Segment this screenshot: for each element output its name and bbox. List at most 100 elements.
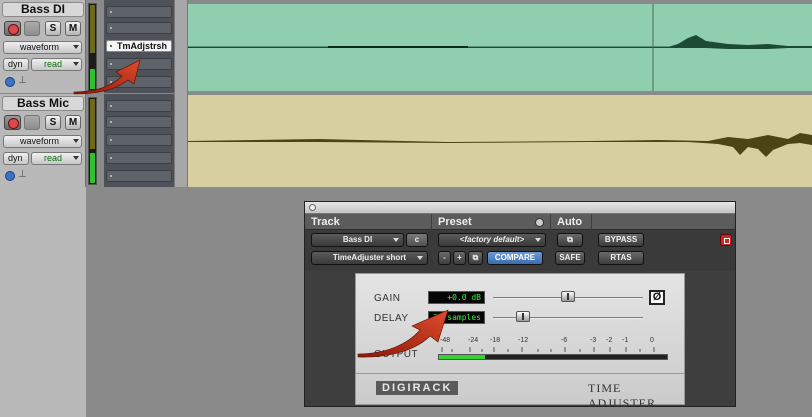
- inserts-column: [104, 94, 174, 187]
- audio-region-bass-di[interactable]: [188, 4, 812, 91]
- safe-button[interactable]: SAFE: [555, 251, 585, 265]
- solo-button[interactable]: S: [45, 21, 61, 36]
- insert-slot[interactable]: [106, 152, 172, 164]
- waveform-bass-di: [188, 4, 812, 91]
- auto-header: Auto: [551, 214, 591, 230]
- audio-region-bass-mic[interactable]: [188, 95, 812, 187]
- next-preset-button[interactable]: +: [453, 251, 466, 265]
- insert-slot[interactable]: [106, 134, 172, 146]
- phase-invert-button[interactable]: Ø: [649, 290, 665, 305]
- preset-select-value: <factory default>: [459, 235, 525, 244]
- track-view-dropdown[interactable]: waveform: [3, 135, 82, 148]
- compare-button[interactable]: COMPARE: [487, 251, 543, 265]
- gain-display[interactable]: +0.0 dB: [428, 291, 485, 304]
- track-view-value: waveform: [20, 42, 60, 52]
- insert-slot[interactable]: [106, 116, 172, 128]
- chevron-down-icon: [393, 238, 399, 242]
- gain-slider-thumb[interactable]: [561, 291, 575, 302]
- insert-plugin-name: TmAdjstrsh: [117, 41, 168, 51]
- panel-footer-divider: [356, 373, 684, 374]
- dyn-button[interactable]: dyn: [3, 152, 29, 165]
- preset-header: Preset: [432, 214, 550, 230]
- insert-slot[interactable]: [106, 100, 172, 112]
- timebase-icon[interactable]: [5, 171, 15, 181]
- chevron-down-icon: [73, 45, 79, 49]
- solo-button[interactable]: S: [45, 115, 61, 130]
- track-select-dropdown[interactable]: Bass DI: [311, 233, 404, 247]
- product-name: TIME ADJUSTER: [588, 381, 657, 410]
- plugin-window-time-adjuster: Track Preset Auto Bass DI c TimeAdjuster…: [304, 201, 736, 410]
- copy-settings-icon[interactable]: ⧉: [468, 251, 483, 265]
- bypass-button[interactable]: BYPASS: [598, 233, 644, 247]
- previous-preset-button[interactable]: -: [438, 251, 451, 265]
- delay-label: DELAY: [374, 313, 409, 324]
- meter-tick: 0: [650, 337, 654, 344]
- insert-slot-active[interactable]: TmAdjstrsh: [106, 40, 172, 52]
- close-icon[interactable]: [309, 204, 316, 211]
- output-meter-fill: [439, 355, 485, 359]
- header-filler: [592, 214, 735, 230]
- target-toggle-icon[interactable]: [720, 234, 732, 246]
- track-header-bass-di: Bass DI S M waveform dyn read ⊥: [0, 0, 86, 93]
- plugin-title-bar[interactable]: [305, 202, 735, 214]
- track-name[interactable]: Bass DI: [2, 2, 84, 17]
- meter-tick: -24: [468, 337, 479, 344]
- output-label: OUTPUT: [374, 349, 419, 360]
- edit-window-divider: [174, 0, 188, 187]
- track-header: Track: [305, 214, 431, 230]
- automation-mode-value: read: [44, 59, 63, 69]
- chevron-down-icon: [73, 62, 79, 66]
- digirack-logo: DIGIRACK: [376, 381, 459, 395]
- delay-display[interactable]: 37 samples: [428, 311, 485, 324]
- waveform-bass-mic: [188, 133, 812, 157]
- input-monitor-button[interactable]: [24, 115, 40, 130]
- playlist-icon[interactable]: ⊥: [18, 169, 27, 180]
- automation-mode-dropdown[interactable]: read: [31, 58, 82, 71]
- track-name[interactable]: Bass Mic: [2, 96, 84, 111]
- meter-tick: -18: [490, 337, 501, 344]
- delay-slider-thumb[interactable]: [516, 311, 530, 322]
- meter-tick: -1: [622, 337, 629, 344]
- level-meter: [88, 97, 97, 185]
- insert-slot[interactable]: [106, 170, 172, 182]
- insert-slot[interactable]: [106, 76, 172, 88]
- dyn-label: dyn: [8, 59, 23, 69]
- track-view-dropdown[interactable]: waveform: [3, 41, 82, 54]
- channel-select-button[interactable]: c: [406, 233, 428, 247]
- automation-mode-dropdown[interactable]: read: [31, 152, 82, 165]
- insert-slot[interactable]: [106, 22, 172, 34]
- preset-menu-icon[interactable]: [535, 218, 544, 227]
- dyn-button[interactable]: dyn: [3, 58, 29, 71]
- track-view-value: waveform: [20, 136, 60, 146]
- insert-slot[interactable]: [106, 58, 172, 70]
- time-adjuster-panel: GAIN +0.0 dB Ø DELAY 37 samples OUTPUT -…: [355, 273, 685, 410]
- timebase-icon[interactable]: [5, 77, 15, 87]
- level-meter: [88, 3, 97, 91]
- preset-select-dropdown[interactable]: <factory default>: [438, 233, 546, 247]
- rtas-button[interactable]: RTAS: [598, 251, 644, 265]
- automation-enable-icon[interactable]: ⧉: [557, 233, 583, 247]
- chevron-down-icon: [73, 156, 79, 160]
- meter-tick: -6: [561, 337, 568, 344]
- plugin-select-value: TimeAdjuster short: [332, 253, 407, 262]
- output-meter: [438, 354, 668, 360]
- dyn-label: dyn: [8, 153, 23, 163]
- record-arm-button[interactable]: [4, 21, 21, 36]
- playlist-icon[interactable]: ⊥: [18, 75, 27, 86]
- meter-tick: -48: [440, 337, 451, 344]
- gain-label: GAIN: [374, 293, 401, 304]
- chevron-down-icon: [535, 238, 541, 242]
- meter-tick-marks: [441, 347, 655, 352]
- plugin-controls: Bass DI c TimeAdjuster short <factory de…: [305, 231, 735, 271]
- insert-slot[interactable]: [106, 6, 172, 18]
- plugin-select-dropdown[interactable]: TimeAdjuster short: [311, 251, 428, 265]
- mute-button[interactable]: M: [65, 115, 81, 130]
- meter-tick: -12: [518, 337, 529, 344]
- record-arm-button[interactable]: [4, 115, 21, 130]
- meter-tick: -3: [590, 337, 597, 344]
- chevron-down-icon: [73, 139, 79, 143]
- meter-tick: -2: [606, 337, 613, 344]
- input-monitor-button[interactable]: [24, 21, 40, 36]
- mute-button[interactable]: M: [65, 21, 81, 36]
- track-select-value: Bass DI: [342, 235, 373, 244]
